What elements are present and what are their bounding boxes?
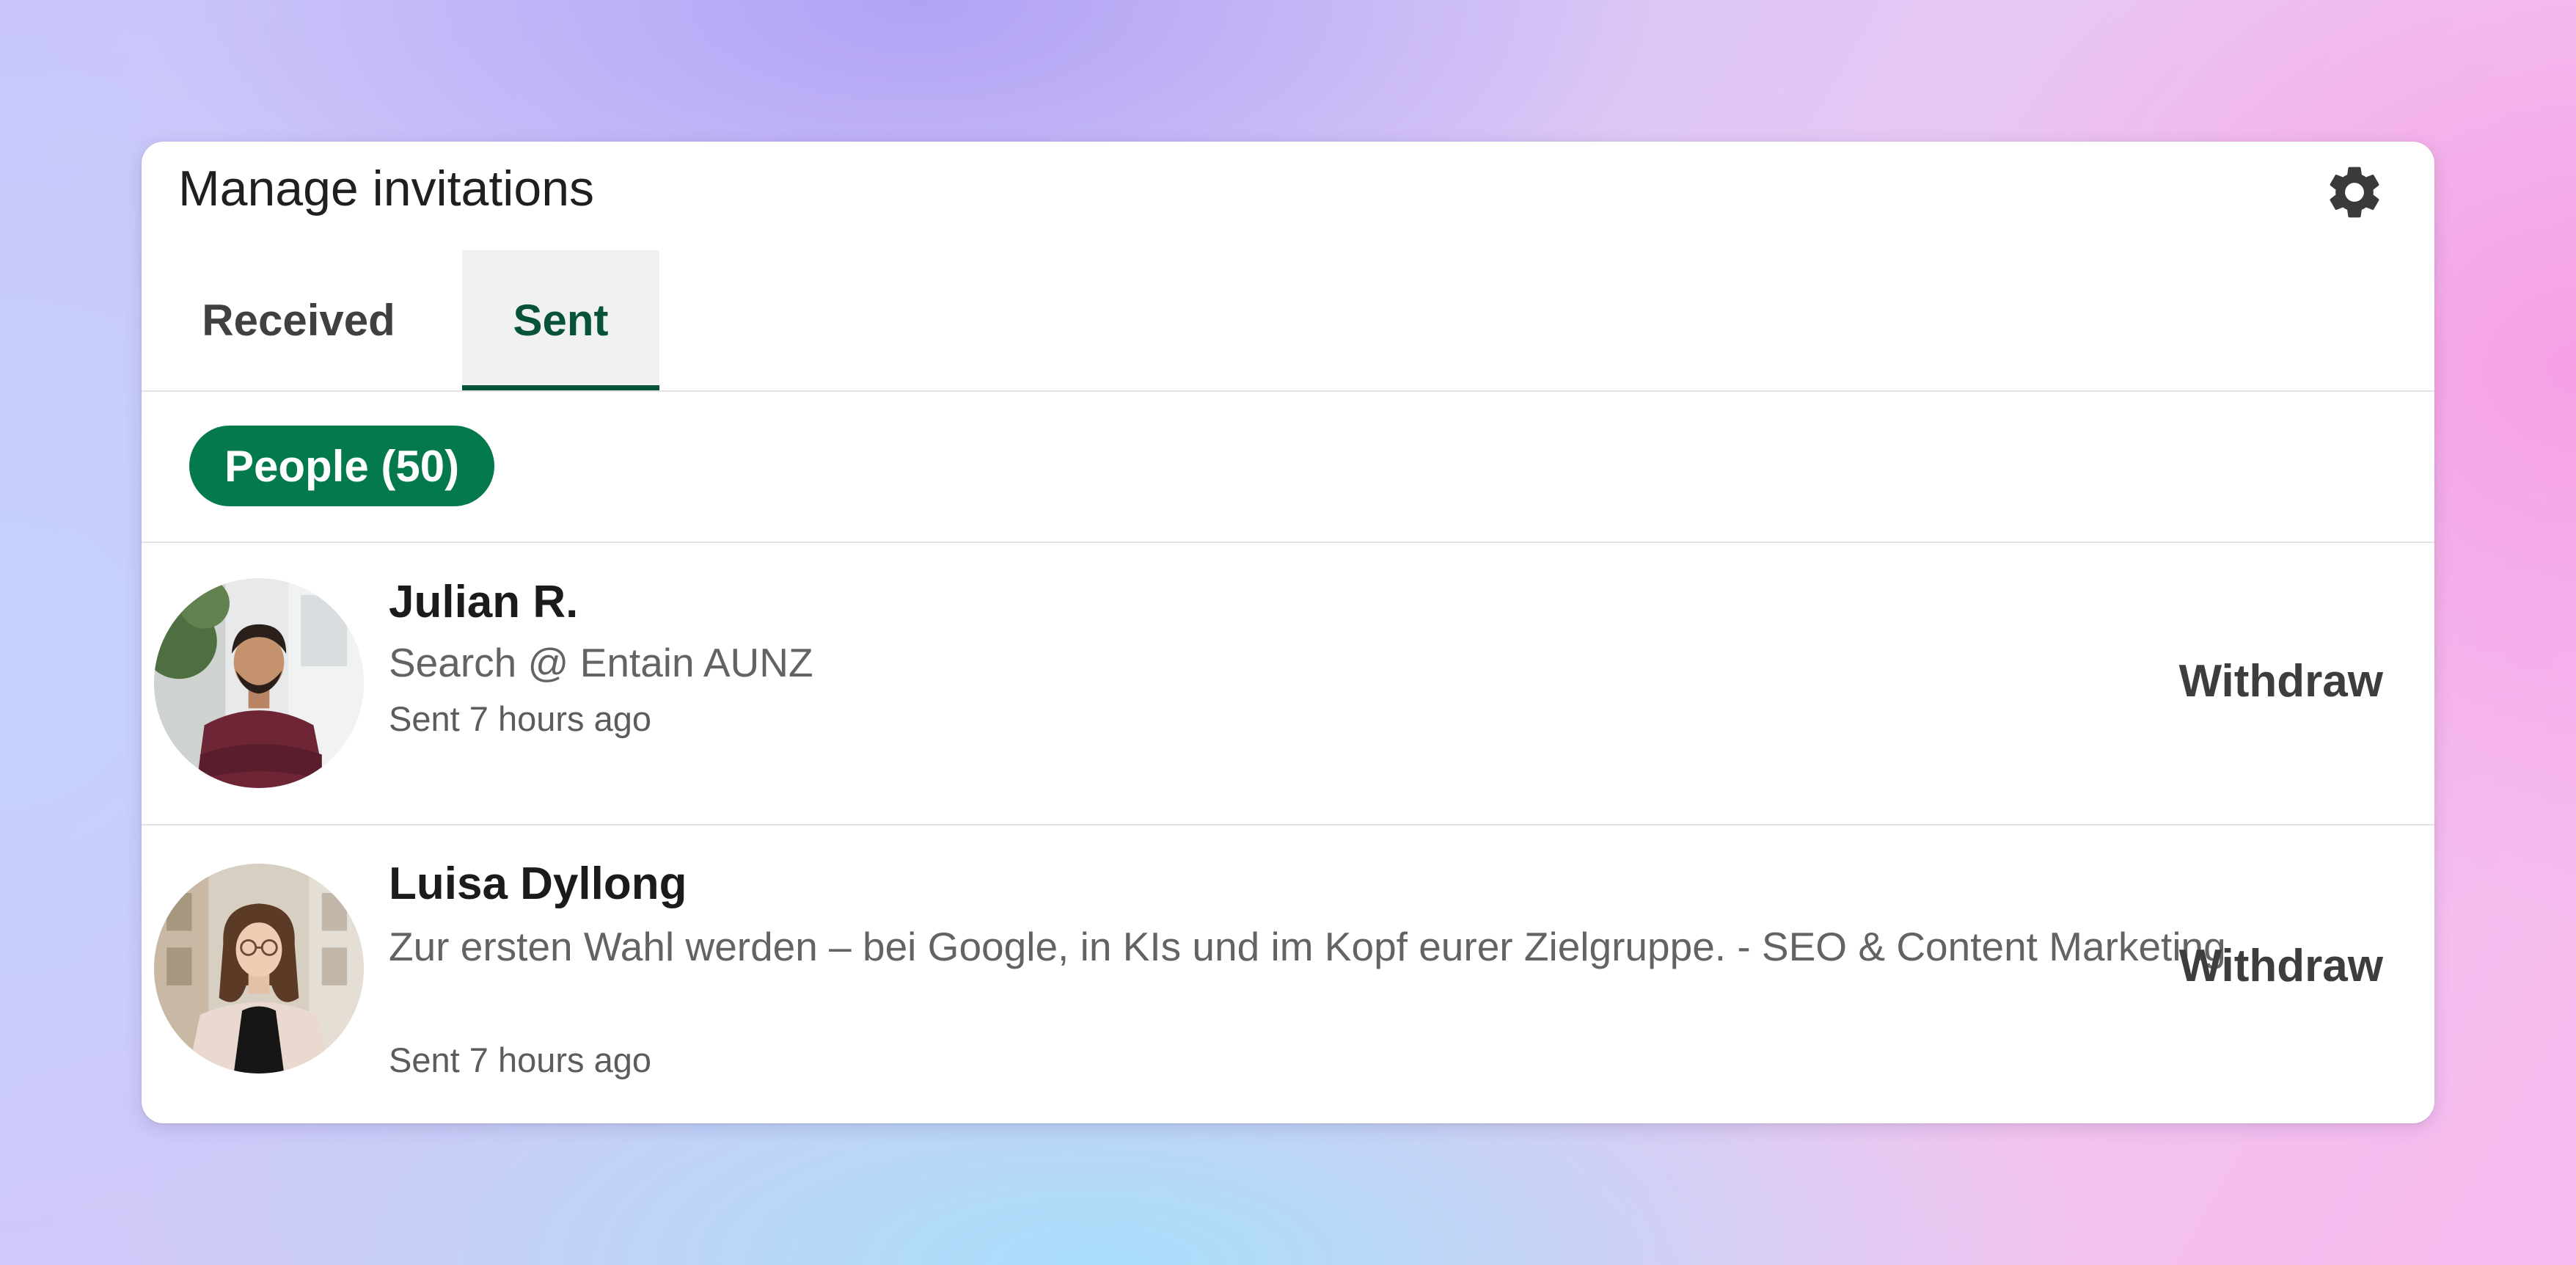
- filter-bar: People (50): [142, 392, 2434, 543]
- invitee-headline: Zur ersten Wahl werden – bei Google, in …: [389, 924, 2226, 969]
- gear-icon: [2330, 167, 2379, 218]
- manage-invitations-card: Manage invitations Received Sent People …: [142, 142, 2434, 1123]
- invitation-row: Julian R. Search @ Entain AUNZ Sent 7 ho…: [142, 543, 2434, 825]
- profile-photo-icon: [154, 864, 364, 1073]
- invitee-headline: Search @ Entain AUNZ: [389, 640, 813, 685]
- invitation-row: Luisa Dyllong Zur ersten Wahl werden – b…: [142, 825, 2434, 1123]
- invitation-tabs: Received Sent: [142, 250, 2434, 392]
- avatar[interactable]: [154, 864, 364, 1073]
- profile-photo-icon: [154, 578, 364, 788]
- invitee-name[interactable]: Julian R.: [389, 575, 578, 630]
- avatar[interactable]: [154, 578, 364, 788]
- people-filter-pill[interactable]: People (50): [189, 426, 495, 506]
- tab-sent[interactable]: Sent: [462, 250, 659, 390]
- sent-timestamp: Sent 7 hours ago: [389, 699, 651, 738]
- withdraw-button[interactable]: Withdraw: [2179, 939, 2383, 994]
- page-title: Manage invitations: [178, 161, 595, 216]
- tab-received[interactable]: Received: [178, 250, 419, 390]
- settings-button[interactable]: [2323, 161, 2386, 224]
- withdraw-button[interactable]: Withdraw: [2179, 655, 2383, 709]
- sent-timestamp: Sent 7 hours ago: [389, 1040, 651, 1079]
- invitee-name[interactable]: Luisa Dyllong: [389, 857, 687, 911]
